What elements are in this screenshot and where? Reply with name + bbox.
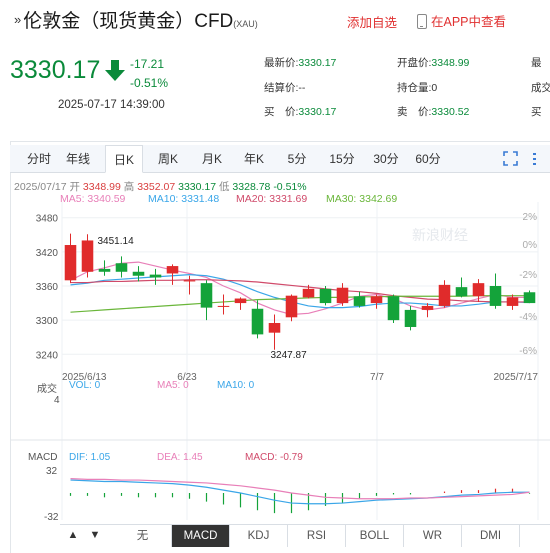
- macd-dea: DEA: 1.45: [157, 452, 203, 463]
- tab-9[interactable]: 60分: [409, 145, 447, 173]
- quote-field-label: 成交: [531, 81, 550, 94]
- macd-dif: DIF: 1.05: [69, 452, 111, 463]
- tab-2[interactable]: 日K: [105, 145, 143, 173]
- quote-field-value: 0: [431, 81, 438, 94]
- ohlc-date: 2025/07/17: [14, 181, 67, 193]
- quote-field-label: 结算价:: [264, 81, 299, 94]
- quote-field: 持仓量:0: [397, 76, 437, 101]
- macd-axis-bottom: -32: [44, 512, 59, 523]
- tab-5[interactable]: 年K: [235, 145, 273, 173]
- tab-8[interactable]: 30分: [367, 145, 405, 173]
- instrument-name: 伦敦金（现货黄金）CFD: [23, 11, 234, 32]
- indicator-tabs: 无 MACD KDJ RSI BOLL WR DMI: [60, 524, 550, 547]
- ohlc-high-label: 高: [123, 181, 135, 193]
- change-percent: -0.51%: [130, 76, 169, 90]
- tab-3[interactable]: 周K: [149, 145, 187, 173]
- down-arrow-icon: [105, 60, 125, 81]
- tab-7[interactable]: 15分: [323, 145, 361, 173]
- quote-header: » 伦敦金（现货黄金）CFD(XAU) 添加自选 在APP中查看: [0, 0, 550, 42]
- quote-field: 最新价:3330.17: [264, 51, 336, 76]
- settings-icon[interactable]: [532, 151, 547, 166]
- indicator-tab-6[interactable]: DMI: [462, 525, 520, 547]
- quote-field-value: 3348.99: [431, 57, 470, 69]
- ohlc-low-value: 3330.17: [178, 181, 217, 193]
- ma20-label: MA20: 3331.69: [236, 193, 308, 205]
- quote-field: 买 价:3330.17: [264, 100, 336, 125]
- quote-field: 最: [531, 51, 542, 76]
- tab-4[interactable]: 月K: [193, 145, 231, 173]
- quote-field-label: 卖 价:: [397, 106, 432, 118]
- ma30-label: MA30: 3342.69: [326, 193, 398, 205]
- period-tabs: 分时 年线 日K 周K 月K 年K 5分 15分 30分 60分: [10, 145, 550, 173]
- last-price: 3330.17: [10, 56, 101, 84]
- indicator-tab-3[interactable]: RSI: [288, 525, 346, 547]
- instrument-symbol: (XAU): [233, 19, 258, 29]
- ma10-label: MA10: 3331.48: [148, 193, 220, 205]
- quote-field: 卖 价:3330.52: [397, 100, 469, 125]
- ohlc-pct: -0.51%: [273, 181, 307, 193]
- tab-0[interactable]: 分时: [20, 145, 58, 173]
- quote-field: 成交: [531, 76, 550, 101]
- quote-field: 开盘价:3348.99: [397, 51, 469, 76]
- quote-field: 结算价:--: [264, 76, 305, 101]
- quote-field-label: 最: [531, 57, 542, 69]
- quote-field-label: 买 价:: [264, 106, 299, 118]
- ohlc-open: 3348.99: [82, 181, 121, 193]
- macd-axis-top: 32: [46, 466, 58, 477]
- quote-timestamp: 2025-07-17 14:39:00: [58, 99, 165, 111]
- add-favorite-button[interactable]: 添加自选: [347, 12, 397, 31]
- fullscreen-icon[interactable]: [503, 151, 518, 166]
- indicator-tab-2[interactable]: KDJ: [230, 525, 288, 547]
- indicator-tab-0[interactable]: 无: [114, 525, 172, 547]
- quote-field-value: 3330.17: [298, 57, 337, 69]
- indicator-tab-1[interactable]: MACD: [172, 525, 230, 547]
- quote-field-label: 买: [531, 106, 542, 118]
- macd-label: MACD: [28, 452, 58, 463]
- volume-ma10: MA10: 0: [217, 380, 255, 391]
- ma5-label: MA5: 3340.59: [60, 193, 126, 205]
- quote-field-label: 开盘价:: [397, 57, 432, 69]
- indicator-tab-5[interactable]: WR: [404, 525, 462, 547]
- ohlc-open-label: 开: [69, 181, 80, 193]
- indicator-tab-4[interactable]: BOLL: [346, 525, 404, 547]
- open-in-app-label: 在APP中查看: [431, 15, 507, 29]
- volume-label: 成交: [37, 384, 57, 395]
- change-value: -17.21: [130, 57, 165, 71]
- tab-6[interactable]: 5分: [278, 145, 316, 173]
- quote-field-value: --: [298, 81, 306, 94]
- quote-field-value: 3330.52: [431, 106, 470, 118]
- double-chevron-right-icon: »: [14, 12, 22, 27]
- ohlc-close: 3328.78: [232, 181, 271, 193]
- ohlc-low-label: 低: [219, 181, 230, 193]
- quote-field-value: 3330.17: [298, 106, 337, 118]
- volume-axis-top: 4: [54, 395, 60, 406]
- price-change: -17.21 -0.51%: [130, 55, 168, 93]
- tab-1[interactable]: 年线: [59, 145, 97, 173]
- quote-field-label: 持仓量:: [397, 81, 432, 94]
- quote-field: 买: [531, 100, 542, 125]
- quote-field-label: 最新价:: [264, 57, 299, 69]
- volume-vol: VOL: 0: [69, 380, 101, 391]
- ohlc-info: 2025/07/17 开 3348.99 高 3352.07 3330.17 低…: [14, 179, 307, 194]
- page-title: » 伦敦金（现货黄金）CFD(XAU): [14, 6, 258, 33]
- macd-value: MACD: -0.79: [245, 452, 303, 463]
- phone-icon: [417, 14, 427, 29]
- ohlc-high: 3352.07: [137, 181, 176, 193]
- volume-ma5: MA5: 0: [157, 380, 189, 391]
- open-in-app-button[interactable]: 在APP中查看: [417, 11, 506, 30]
